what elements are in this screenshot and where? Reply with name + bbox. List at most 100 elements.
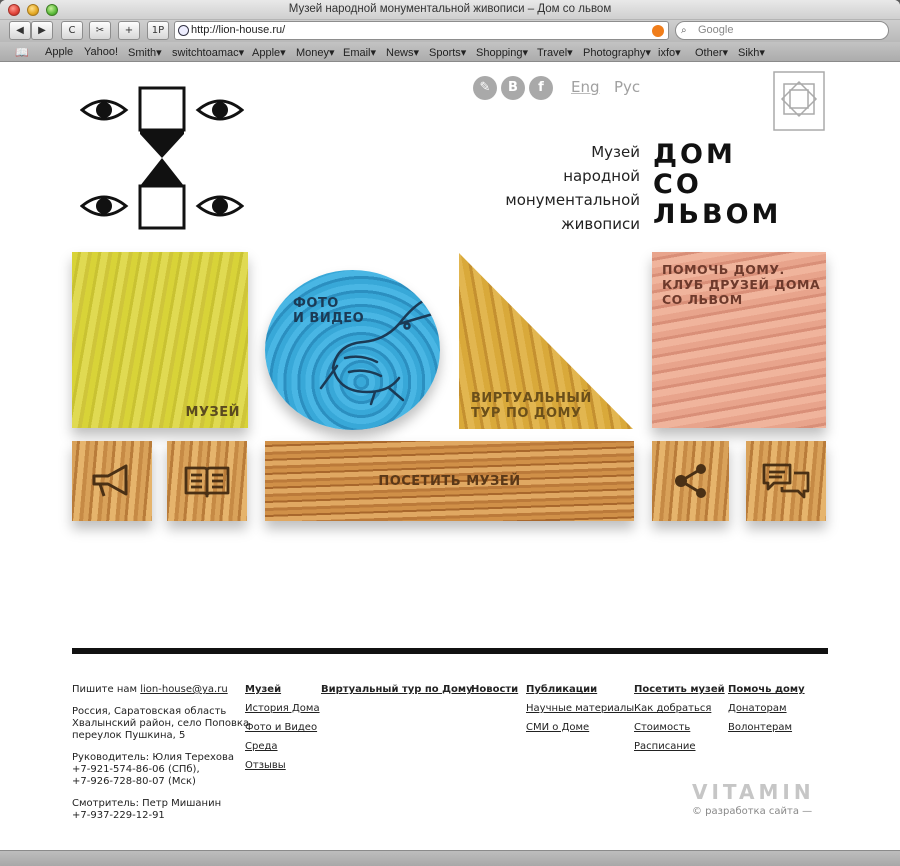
footer-help-link[interactable]: Помочь дому	[728, 684, 805, 696]
footer-science-link[interactable]: Научные материалы	[526, 703, 634, 715]
help-house-block[interactable]: ПОМОЧЬ ДОМУ. КЛУБ ДРУЗЕЙ ДОМА СО ЛЬВОМ	[652, 252, 826, 428]
back-button[interactable]: ◀	[9, 21, 31, 40]
status-bar	[0, 850, 900, 866]
bookmark-item[interactable]: Smith▾	[128, 46, 162, 59]
subtitle-line: монументальной	[505, 191, 640, 209]
bookmark-item[interactable]: Sikh▾	[738, 46, 765, 59]
share-icon	[674, 464, 706, 498]
hare-icon	[319, 298, 435, 406]
window-title: Музей народной монументальной живописи –…	[288, 3, 612, 15]
help-line: КЛУБ ДРУЗЕЙ ДОМА	[662, 277, 821, 292]
visit-museum-block[interactable]: ПОСЕТИТЬ МУЗЕЙ	[265, 441, 634, 521]
favicon-icon	[178, 25, 189, 36]
footer-col-tour: Виртуальный тур по Дому	[321, 684, 473, 696]
dev-credit: © разработка сайта —	[692, 806, 813, 817]
footer-price-link[interactable]: Стоимость	[634, 722, 725, 734]
title-line: СО	[653, 169, 702, 200]
footer-visit-link[interactable]: Посетить музей	[634, 684, 725, 696]
search-field[interactable]: ⌕ Google	[675, 21, 889, 40]
bookmarks-book-icon[interactable]: 📖	[15, 46, 29, 59]
bookmark-item[interactable]: Yahoo!	[84, 46, 118, 58]
footer-directions-link[interactable]: Как добраться	[634, 703, 725, 715]
bookmark-item[interactable]: Email▾	[343, 46, 376, 59]
museum-title[interactable]: ДОМ СО ЛЬВОМ	[653, 140, 813, 230]
bookmark-item[interactable]: Other▾	[695, 46, 728, 59]
bookmark-item[interactable]: Shopping▾	[476, 46, 528, 59]
bookmark-item[interactable]: Sports▾	[429, 46, 466, 59]
bookmark-item[interactable]: switchtoamac▾	[172, 46, 244, 59]
bookmark-item[interactable]: Travel▾	[537, 46, 573, 59]
virtual-tour-block[interactable]: ВИРТУАЛЬНЫЙ ТУР ПО ДОМУ	[459, 253, 633, 429]
keeper-line: +7-937-229-12-91	[72, 810, 165, 821]
footer-virtual-tour-link[interactable]: Виртуальный тур по Дому	[321, 684, 473, 696]
forward-button[interactable]: ▶	[31, 21, 53, 40]
virtual-tour-line: ВИРТУАЛЬНЫЙ	[471, 391, 592, 406]
address-line: переулок Пушкина, 5	[72, 730, 186, 741]
vitamin-logo[interactable]: VITAMIN	[692, 780, 815, 804]
rss-icon[interactable]	[652, 25, 664, 37]
email-link[interactable]: lion-house@ya.ru	[140, 684, 227, 695]
publications-icon-wrap	[167, 441, 247, 521]
footer-media-link[interactable]: СМИ о Доме	[526, 722, 634, 734]
search-placeholder: Google	[698, 24, 734, 36]
footer-photo-video-link[interactable]: Фото и Видео	[245, 722, 320, 734]
address-bar[interactable]: http://lion-house.ru/	[174, 21, 669, 40]
footer-history-link[interactable]: История Дома	[245, 703, 320, 715]
logo-eyes-hourglass-icon[interactable]	[80, 86, 244, 230]
lang-russian-link[interactable]: Рус	[614, 78, 640, 96]
reload-button[interactable]: C	[61, 21, 83, 40]
bookmarks-bar: 📖 Apple Yahoo! Smith▾ switchtoamac▾ Appl…	[0, 42, 900, 62]
browser-toolbar: ◀ ▶ C ✂ + 1P http://lion-house.ru/ ⌕ Goo…	[0, 20, 900, 42]
search-icon: ⌕	[681, 25, 687, 36]
footer-col-visit: Посетить музей Как добраться Стоимость Р…	[634, 684, 725, 753]
share-icon-wrap	[652, 441, 729, 521]
bookmark-item[interactable]: News▾	[386, 46, 419, 59]
director-line: Руководитель: Юлия Терехова	[72, 752, 235, 763]
address-line: Хвалынский район, село Поповка	[72, 718, 250, 729]
footer-publications-link[interactable]: Публикации	[526, 684, 634, 696]
vkontakte-icon[interactable]: B	[501, 76, 525, 100]
keeper-block: Смотритель: Петр Мишанин +7-937-229-12-9…	[72, 798, 249, 822]
director-line: +7-926-728-80-07 (Мск)	[72, 776, 196, 787]
footer-environment-link[interactable]: Среда	[245, 741, 320, 753]
subtitle-line: живописи	[561, 215, 640, 233]
add-bookmark-button[interactable]: +	[118, 21, 140, 40]
subtitle-line: Музей	[591, 143, 640, 161]
footer-museum-link[interactable]: Музей	[245, 684, 320, 696]
bookmark-item[interactable]: Money▾	[296, 46, 335, 59]
footer-col-museum: Музей История Дома Фото и Видео Среда От…	[245, 684, 320, 772]
megaphone-icon	[92, 464, 128, 497]
museum-block[interactable]: МУЗЕЙ	[72, 252, 248, 428]
write-us-line: Пишите нам lion-house@ya.ru	[72, 684, 249, 696]
news-block[interactable]	[72, 441, 152, 521]
photo-video-block[interactable]: ФОТО И ВИДЕО	[265, 270, 440, 430]
bookmark-item[interactable]: Apple▾	[252, 46, 286, 59]
lang-english-link[interactable]: Eng	[571, 78, 600, 96]
footer-volunteers-link[interactable]: Волонтерам	[728, 722, 805, 734]
footer-col-publications: Публикации Научные материалы СМИ о Доме	[526, 684, 634, 734]
bookmark-item[interactable]: Apple	[45, 46, 73, 58]
footer-reviews-link[interactable]: Отзывы	[245, 760, 320, 772]
publications-block[interactable]	[167, 441, 247, 521]
facebook-icon[interactable]: f	[529, 76, 553, 100]
visit-museum-label: ПОСЕТИТЬ МУЗЕЙ	[378, 474, 521, 489]
footer-col-help: Помочь дому Донаторам Волонтерам	[728, 684, 805, 734]
virtual-tour-label: ВИРТУАЛЬНЫЙ ТУР ПО ДОМУ	[471, 391, 592, 421]
help-line: СО ЛЬВОМ	[662, 292, 743, 307]
footer-schedule-link[interactable]: Расписание	[634, 741, 725, 753]
museum-block-label: МУЗЕЙ	[185, 405, 240, 420]
browser-window: Музей народной монументальной живописи –…	[0, 0, 900, 866]
livejournal-icon[interactable]: ✎	[473, 76, 497, 100]
footer-news-link[interactable]: Новости	[471, 684, 518, 696]
footer-divider	[72, 648, 828, 654]
feedback-icon-wrap	[746, 441, 826, 521]
bookmark-item[interactable]: Photography▾	[583, 46, 651, 59]
bookmark-item[interactable]: ixfo▾	[658, 46, 681, 59]
share-block[interactable]	[652, 441, 729, 521]
onepassword-button[interactable]: 1P	[147, 21, 169, 40]
snip-button[interactable]: ✂	[89, 21, 111, 40]
footer-donors-link[interactable]: Донаторам	[728, 703, 805, 715]
feedback-block[interactable]	[746, 441, 826, 521]
title-line: ЛЬВОМ	[653, 199, 782, 230]
subtitle-line: народной	[563, 167, 640, 185]
